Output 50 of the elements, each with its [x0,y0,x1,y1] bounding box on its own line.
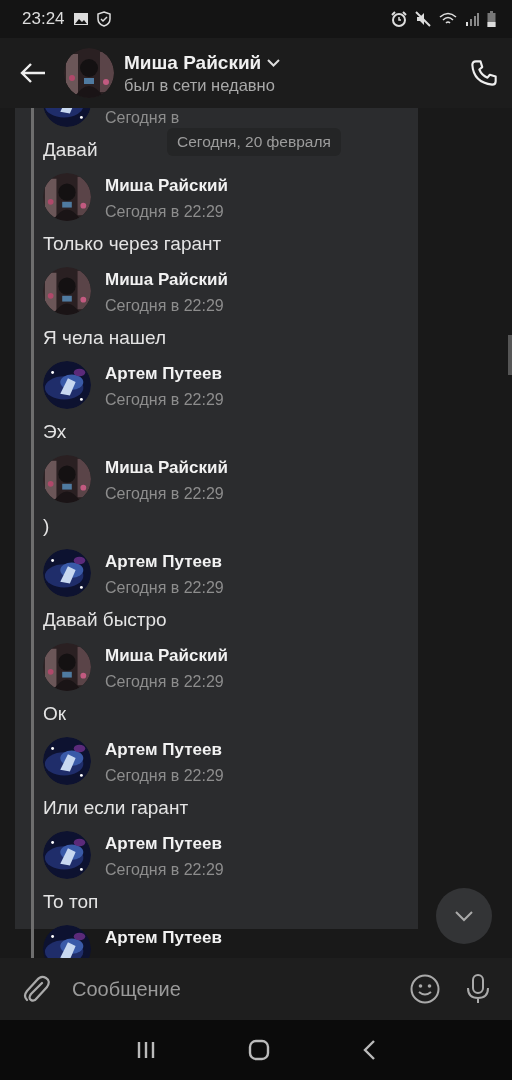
back-icon[interactable] [362,1039,376,1061]
message-text: ) [43,514,50,538]
message-text: Давай [43,138,98,162]
message-time: Сегодня в 22:29 [105,484,225,504]
microphone-icon[interactable] [466,974,490,1004]
message-text: Эх [43,420,67,444]
message-time: Сегодня в 22:29 [105,202,225,222]
shield-icon [96,11,111,27]
author-name[interactable]: Артем Путеев [105,552,224,572]
attach-icon[interactable] [22,974,50,1004]
message-time: Сегодня в 22:29 [105,578,224,598]
signal-icon [465,12,479,26]
message-text: Или если гарант [43,796,189,820]
message-time: Сегодня в 22:29 [105,390,224,410]
message-time: Сегодня в 22:29 [105,296,225,316]
message-text: То топ [43,890,99,914]
author-name[interactable]: Артем Путеев [105,364,224,384]
message-time: Сегодня в [105,108,180,128]
battery-icon [487,11,496,27]
clock-time: 23:24 [22,9,65,29]
author-name[interactable]: Артем Путеев [105,928,222,948]
mute-icon [415,11,431,27]
image-icon [72,12,89,26]
message-time: Сегодня в 22:29 [105,860,224,880]
back-arrow-icon[interactable] [20,62,46,84]
message-composer[interactable]: Сообщение [0,958,512,1020]
alarm-icon [391,11,407,27]
message-time: Сегодня в 22:29 [105,672,225,692]
emoji-icon[interactable] [410,974,440,1004]
message-text: Ок [43,702,67,726]
date-label: Сегодня, 20 февраля [167,128,341,156]
phone-icon[interactable] [470,59,498,87]
recent-apps-icon[interactable] [136,1040,156,1060]
author-name[interactable]: Миша Райский [105,270,228,290]
author-name[interactable]: Миша Райский [105,646,228,666]
author-name[interactable]: Артем Путеев [105,740,224,760]
contact-status: был в сети недавно [124,75,276,95]
message-text: Только через гарант [43,232,222,256]
message-text: Давай быстро [43,608,167,632]
scrollbar-thumb[interactable] [508,335,512,375]
chevron-down-icon [454,910,474,922]
message-time: Сегодня в 22:29 [105,766,224,786]
message-text: Я чела нашел [43,326,167,350]
home-icon[interactable] [248,1039,270,1061]
contact-name[interactable]: Миша Райский [124,51,262,74]
wifi-icon [439,12,457,26]
author-name[interactable]: Миша Райский [105,176,228,196]
author-name[interactable]: Миша Райский [105,458,228,478]
author-name[interactable]: Артем Путеев [105,834,224,854]
chevron-down-icon[interactable] [267,58,281,67]
